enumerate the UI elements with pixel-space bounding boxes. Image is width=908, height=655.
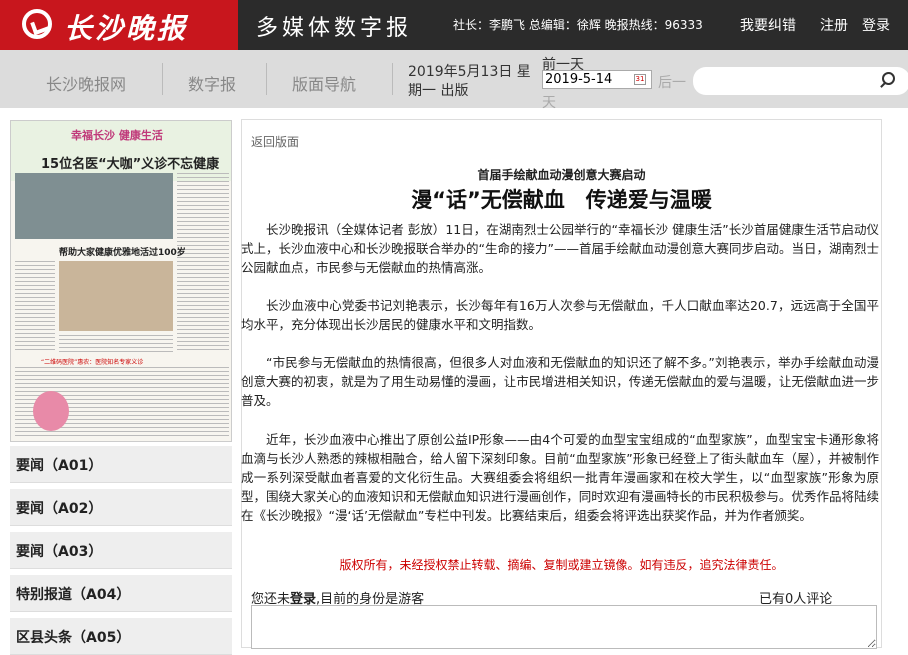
site-title: 多媒体数字报 — [256, 16, 413, 41]
search-input[interactable] — [693, 67, 908, 95]
nav-bar: 长沙晚报网 数字报 版面导航 2019年5月13日 星期一 出版 前一天 31 … — [0, 50, 908, 111]
section-a05[interactable]: 区县头条（A05） — [10, 618, 232, 655]
thumbnail-text-column — [59, 335, 173, 353]
section-label: 区县头条（A05） — [16, 630, 131, 646]
thumbnail-banner: 幸福长沙 健康生活 — [71, 129, 163, 142]
search-icon[interactable] — [882, 72, 895, 85]
thumbnail-photo — [15, 173, 173, 239]
article-paragraph: 长沙晚报讯（全媒体记者 彭放）11日，在湖南烈士公园举行的“幸福长沙 健康生活”… — [241, 222, 879, 275]
report-error-link[interactable]: 我要纠错 — [740, 15, 796, 35]
next-day-link[interactable]: 后一 — [658, 72, 686, 92]
register-link[interactable]: 注册 — [820, 15, 848, 35]
section-a04[interactable]: 特别报道（A04） — [10, 575, 232, 612]
article-paragraph: 长沙血液中心党委书记刘艳表示，长沙每年有16万人次参与无偿献血，千人口献血率达2… — [241, 298, 879, 332]
thumbnail-headline-2: 帮助大家健康优雅地活过100岁 — [59, 248, 186, 258]
article-paragraph: “市民参与无偿献血的热情很高，但很多人对血液和无偿献血的知识还了解不多。”刘艳表… — [241, 355, 879, 408]
thumbnail-photo — [33, 391, 69, 431]
logo-text: 长沙晚报 — [64, 12, 189, 45]
nav-item-digital[interactable]: 数字报 — [188, 71, 236, 95]
section-label: 要闻（A01） — [16, 458, 103, 474]
calendar-icon[interactable]: 31 — [634, 74, 646, 85]
nav-item-csw[interactable]: 长沙晚报网 — [46, 71, 126, 95]
nav-divider — [162, 63, 163, 95]
top-bar: 长沙晚报 多媒体数字报 社长：李鹏飞 总编辑：徐辉 晚报热线：96333 我要纠… — [0, 0, 908, 50]
article-paragraph: 近年，长沙血液中心推出了原创公益IP形象——由4个可爱的血型宝宝组成的“血型家族… — [241, 432, 879, 523]
nav-divider — [266, 63, 267, 95]
section-a01[interactable]: 要闻（A01） — [10, 446, 232, 483]
logo-icon — [22, 9, 52, 39]
comment-input[interactable] — [251, 605, 877, 649]
editor-info: 社长：李鹏飞 总编辑：徐辉 晚报热线：96333 — [453, 18, 703, 32]
nav-divider — [392, 63, 393, 95]
article-subtitle: 首届手绘献血动漫创意大赛启动 — [477, 168, 646, 182]
section-label: 要闻（A03） — [16, 544, 103, 560]
back-to-page-link[interactable]: 返回版面 — [251, 133, 299, 150]
login-link[interactable]: 登录 — [862, 15, 890, 35]
section-a02[interactable]: 要闻（A02） — [10, 489, 232, 526]
page-thumbnail[interactable]: 幸福长沙 健康生活 15位名医“大咖”义诊不忘健康科普 帮助大家健康优雅地活过1… — [10, 120, 232, 442]
next-day-link-wrap[interactable]: 天 — [542, 92, 556, 112]
thumbnail-text-column — [177, 173, 229, 353]
section-a03[interactable]: 要闻（A03） — [10, 532, 232, 569]
section-label: 特别报道（A04） — [16, 587, 131, 603]
site-logo[interactable]: 长沙晚报 — [0, 0, 238, 50]
nav-item-layout[interactable]: 版面导航 — [292, 71, 356, 95]
thumbnail-headline-3: “二维码医院”惠农：医院知名专家义诊 — [41, 359, 144, 366]
thumbnail-photo — [59, 261, 173, 331]
thumbnail-text-column — [15, 261, 55, 353]
publish-date: 2019年5月13日 星期一 出版 — [408, 64, 531, 99]
copyright-notice: 版权所有，未经授权禁止转载、摘编、复制或建立镜像。如有违反，追究法律责任。 — [339, 558, 784, 572]
section-label: 要闻（A02） — [16, 501, 103, 517]
article-headline: 漫“话”无偿献血 传递爱与温暖 — [411, 188, 712, 212]
